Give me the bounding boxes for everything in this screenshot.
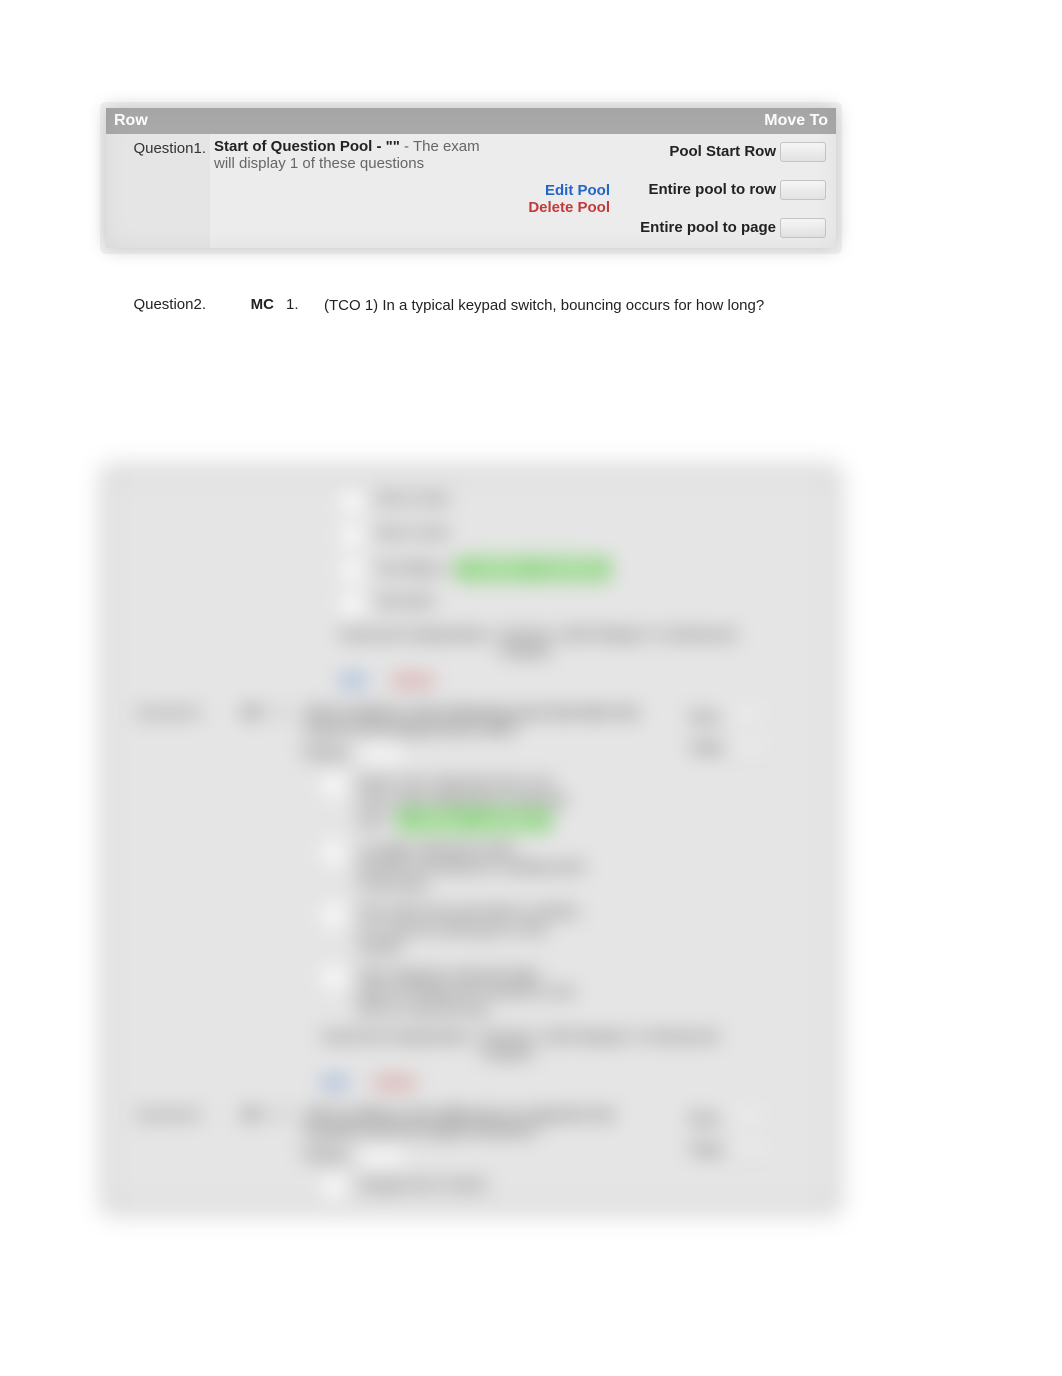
q4-row-input[interactable] bbox=[724, 1110, 770, 1130]
delete-pool-link[interactable]: Delete Pool bbox=[502, 199, 610, 216]
q2-edit-link[interactable]: Edit bbox=[340, 672, 366, 688]
q3-option-d[interactable]: This requires external logicgates (74138… bbox=[322, 966, 824, 1019]
row1-actions: Edit Pool Delete Pool bbox=[502, 134, 610, 248]
q2-text: (TCO 1) In a typical keypad switch, boun… bbox=[318, 290, 836, 316]
q2-delete-link[interactable]: Delete bbox=[392, 672, 434, 688]
q4-index: 3. bbox=[264, 1106, 304, 1210]
checkbox-icon[interactable] bbox=[322, 774, 346, 798]
question-row-1: Question1. Start of Question Pool - "" -… bbox=[106, 134, 836, 248]
question-pool-panel: Row Move To Question1. Start of Question… bbox=[106, 108, 836, 248]
checkbox-icon[interactable] bbox=[340, 524, 364, 548]
move-entire-pool-page-input[interactable] bbox=[780, 218, 826, 238]
q4-option-a[interactable]: Keypad 4x4 / Serial bbox=[322, 1176, 824, 1200]
checkbox-icon[interactable] bbox=[322, 966, 346, 990]
move-entire-pool-row[interactable]: Entire pool to row bbox=[649, 181, 777, 198]
q4-points-input[interactable] bbox=[359, 1146, 405, 1166]
q2-option-b[interactable]: One or two bbox=[340, 524, 824, 548]
q4-side-row[interactable]: Row bbox=[690, 1111, 720, 1127]
q2-option-a[interactable]: One or two bbox=[340, 490, 824, 514]
q3-number: Question3. bbox=[106, 704, 210, 1106]
q3-option-b[interactable]: A single statement withpriority encoding… bbox=[322, 841, 824, 894]
question-row-2: Question2. MC 1. (TCO 1) In a typical ke… bbox=[106, 290, 836, 316]
q3-option-c[interactable]: The entire key pad data is writtenin C a… bbox=[322, 903, 824, 956]
q4-text-l2: standard and the keypad interface? bbox=[304, 1122, 540, 1138]
move-pool-start-row[interactable]: Pool Start Row bbox=[669, 143, 776, 160]
instructor-expl-line2: Keypad bbox=[500, 642, 736, 658]
q2-option-d[interactable]: Seconds bbox=[340, 592, 824, 616]
questions-blurred-panel: One or two One or two Ten fifteen CORREC… bbox=[106, 470, 836, 1210]
q3-row-input[interactable] bbox=[724, 708, 770, 728]
q3-index: 2. bbox=[264, 704, 304, 1106]
q3-side-page[interactable]: Page bbox=[690, 739, 723, 755]
header-row-label: Row bbox=[114, 108, 148, 134]
q4-text-l1: (TCO 1) What is the difference in using … bbox=[304, 1106, 614, 1122]
q3-type: MC bbox=[210, 704, 264, 1106]
q2-index: 1. bbox=[274, 290, 318, 316]
q4-side-page[interactable]: Page bbox=[690, 1141, 723, 1157]
panel-header: Row Move To bbox=[106, 108, 836, 134]
edit-pool-link[interactable]: Edit Pool bbox=[502, 182, 610, 199]
q3-points-label: Points: bbox=[304, 745, 351, 761]
q3-page-input[interactable] bbox=[727, 738, 773, 758]
move-entire-pool-page[interactable]: Entire pool to page bbox=[640, 219, 776, 236]
q4-type: MC bbox=[210, 1106, 264, 1210]
move-entire-pool-row-input[interactable] bbox=[780, 180, 826, 200]
correct-pill: CORRECT ANSWER bbox=[456, 558, 611, 580]
q3-option-a[interactable]: Each case statement has onemore case sta… bbox=[322, 774, 824, 831]
correct-pill: CORRECT ANSWER bbox=[397, 809, 552, 831]
move-pool-start-row-input[interactable] bbox=[780, 142, 826, 162]
checkbox-icon[interactable] bbox=[340, 490, 364, 514]
row1-number: Question1. bbox=[106, 134, 210, 248]
row1-move-options: Pool Start Row Entire pool to row Entire… bbox=[610, 134, 836, 248]
q3-side-row[interactable]: Row bbox=[690, 709, 720, 725]
q2-type: MC bbox=[210, 290, 274, 316]
row1-description: Start of Question Pool - "" - The exam w… bbox=[210, 134, 502, 248]
q3-delete-link[interactable]: Delete bbox=[374, 1074, 416, 1090]
instructor-expl-label: Instructor Explanation: bbox=[340, 626, 500, 658]
checkbox-icon[interactable] bbox=[322, 841, 346, 865]
q2-number: Question2. bbox=[106, 290, 210, 316]
q3-points-input[interactable] bbox=[359, 744, 405, 764]
instructor-expl-line1: Section "LED Display" in Advanced bbox=[500, 626, 736, 642]
checkbox-icon[interactable] bbox=[322, 903, 346, 927]
q3-instructor-expl-label: Instructor Explanation: bbox=[322, 1028, 482, 1060]
checkbox-icon[interactable] bbox=[340, 592, 364, 616]
q2-option-c[interactable]: Ten fifteen CORRECT ANSWER bbox=[340, 558, 824, 582]
header-move-label: Move To bbox=[764, 108, 828, 134]
q3-edit-link[interactable]: Edit bbox=[322, 1074, 348, 1090]
q4-points-label: Points: bbox=[304, 1147, 351, 1163]
pool-title: Start of Question Pool - "" bbox=[214, 138, 400, 155]
q4-page-input[interactable] bbox=[727, 1140, 773, 1160]
checkbox-icon[interactable] bbox=[340, 558, 364, 582]
q4-number: Question4. bbox=[106, 1106, 210, 1210]
q3-text-l2: code for the keypad decal read? bbox=[304, 720, 518, 736]
checkbox-icon[interactable] bbox=[322, 1176, 346, 1200]
q3-text-l1: (TCO 1) Which of the following most desc… bbox=[304, 704, 639, 720]
